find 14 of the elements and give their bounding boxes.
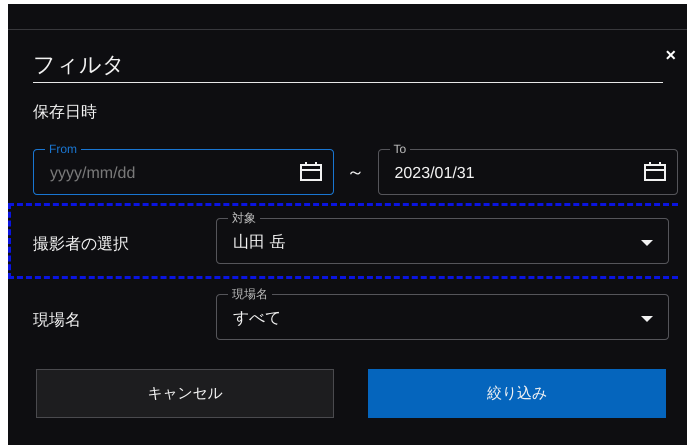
section-label: 保存日時 (33, 104, 97, 122)
caret-icon (640, 315, 654, 324)
calendar-icon[interactable] (643, 162, 667, 182)
apply-button[interactable]: 絞り込み (368, 369, 666, 418)
close-button[interactable]: × (663, 46, 678, 64)
field-label: 現場名 (33, 311, 82, 332)
calendar-icon[interactable] (298, 162, 322, 182)
floating-label: 対象 (228, 210, 260, 226)
field-label: 撮影者の選択 (33, 234, 130, 256)
caret-icon (640, 239, 654, 248)
dialog-title: フィルタ (33, 52, 125, 77)
cancel-button[interactable]: キャンセル (36, 369, 334, 418)
floating-label: 現場名 (228, 286, 272, 302)
range-separator: ～ (346, 160, 366, 184)
